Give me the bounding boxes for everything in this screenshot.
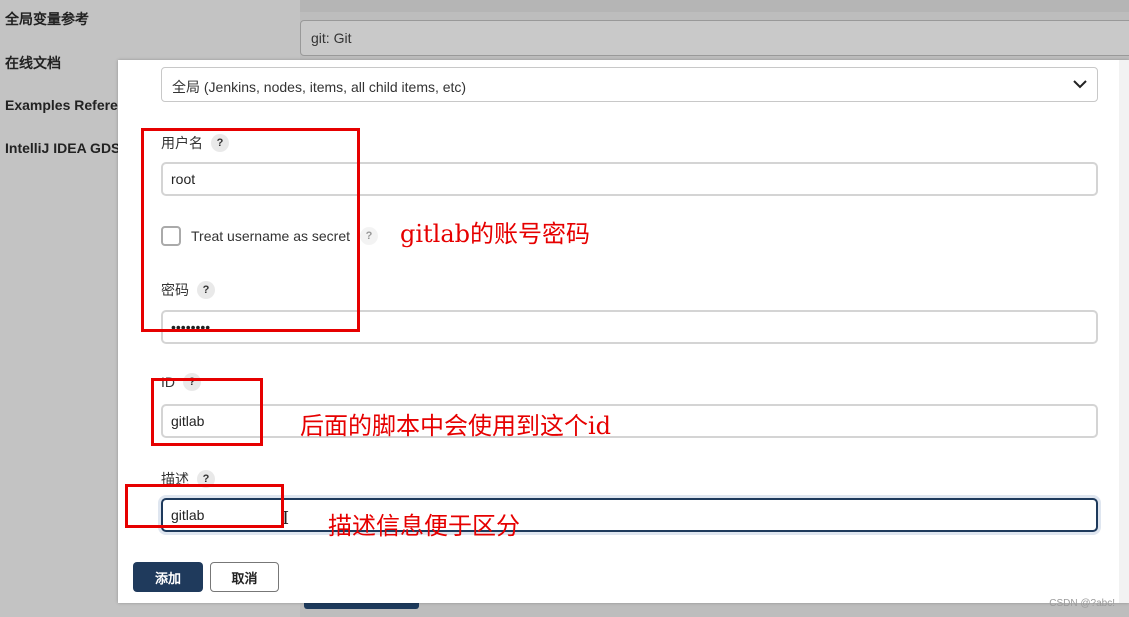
background-top-strip bbox=[300, 0, 1129, 12]
bg-link-gdsl[interactable]: IntelliJ IDEA GDSL bbox=[5, 140, 129, 156]
dialog-scrollbar[interactable] bbox=[1119, 60, 1129, 603]
scope-select[interactable]: 全局 (Jenkins, nodes, items, all child ite… bbox=[161, 67, 1098, 102]
bg-link-online-docs[interactable]: 在线文档 bbox=[5, 53, 61, 73]
annotation-account-text: gitlab的账号密码 bbox=[400, 220, 591, 248]
bg-link-global-vars[interactable]: 全局变量参考 bbox=[5, 9, 89, 29]
background-kind-select[interactable]: git: Git bbox=[300, 20, 1129, 56]
watermark: CSDN @?abc! bbox=[1049, 598, 1115, 609]
description-input[interactable]: gitlab bbox=[161, 498, 1098, 532]
help-icon[interactable]: ? bbox=[360, 227, 378, 245]
annotation-description-text: 描述信息便于区分 bbox=[328, 512, 520, 540]
annotation-id-text: 后面的脚本中会使用到这个id bbox=[300, 412, 612, 440]
scope-select-value: 全局 (Jenkins, nodes, items, all child ite… bbox=[172, 79, 467, 95]
annotation-box-id bbox=[151, 378, 263, 446]
chevron-down-icon bbox=[1073, 80, 1087, 89]
annotation-box-account bbox=[141, 128, 360, 332]
add-button[interactable]: 添加 bbox=[133, 562, 203, 592]
cancel-button[interactable]: 取消 bbox=[210, 562, 279, 592]
annotation-box-description bbox=[125, 484, 284, 528]
